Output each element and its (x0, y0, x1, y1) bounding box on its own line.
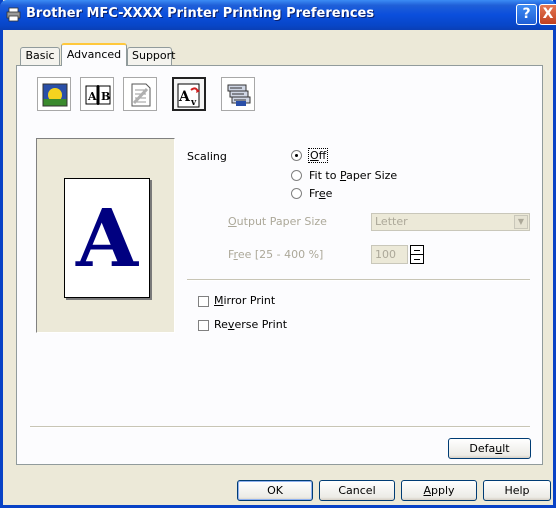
mirror-print-label[interactable]: Mirror Print (214, 294, 275, 307)
duplex-icon[interactable]: A B (80, 77, 114, 111)
chevron-down-icon[interactable]: ▼ (514, 215, 528, 229)
cancel-button[interactable]: Cancel (319, 480, 395, 501)
preview-letter: A (75, 191, 139, 285)
divider (187, 279, 530, 281)
default-button[interactable]: Default (448, 438, 531, 459)
svg-text:A: A (87, 90, 97, 103)
fit-to-paper-size-radio[interactable] (291, 170, 302, 181)
apply-button[interactable]: Apply (401, 480, 477, 501)
mirror-print-checkbox[interactable] (198, 296, 209, 307)
preview-page: A (64, 178, 150, 298)
scaling-label: Scaling (187, 150, 227, 163)
device-options-icon[interactable] (221, 77, 255, 111)
tab-basic[interactable]: Basic (20, 47, 60, 65)
free-scale-label: Free [25 - 400 %] (228, 248, 324, 261)
reverse-print-label[interactable]: Reverse Print (214, 318, 287, 331)
window-title: Brother MFC-XXXX Printer Printing Prefer… (26, 6, 375, 21)
scaling-off-radio[interactable] (291, 150, 302, 161)
reverse-print-checkbox[interactable] (198, 320, 209, 331)
tab-support[interactable]: Support (127, 47, 175, 65)
ok-button[interactable]: OK (237, 480, 313, 501)
free-scale-input[interactable]: 100 (371, 245, 408, 264)
fit-to-paper-size-label[interactable]: Fit to Paper Size (309, 169, 397, 182)
output-paper-size-value: Letter (375, 215, 408, 228)
tab-advanced[interactable]: Advanced (61, 43, 127, 66)
scaling-off-label[interactable]: Off (308, 148, 329, 163)
output-paper-size-select[interactable]: Letter ▼ (371, 213, 530, 231)
free-radio[interactable] (291, 188, 302, 199)
free-scale-stepper[interactable] (410, 245, 424, 264)
help-title-button[interactable]: ? (516, 4, 537, 25)
close-button[interactable]: X (539, 4, 556, 25)
svg-text:v: v (190, 98, 197, 108)
watermark-icon[interactable] (123, 77, 157, 111)
svg-text:A: A (178, 89, 191, 105)
printer-icon (6, 7, 21, 22)
svg-text:B: B (101, 90, 110, 103)
quality-icon[interactable] (37, 77, 71, 111)
bottom-divider (30, 426, 530, 428)
output-paper-size-label: Output Paper Size (228, 215, 327, 228)
help-button[interactable]: Help (483, 480, 551, 501)
title-bar[interactable]: Brother MFC-XXXX Printer Printing Prefer… (0, 0, 556, 30)
page-setting-icon[interactable]: A v (172, 77, 206, 111)
free-label[interactable]: Free (309, 187, 332, 200)
